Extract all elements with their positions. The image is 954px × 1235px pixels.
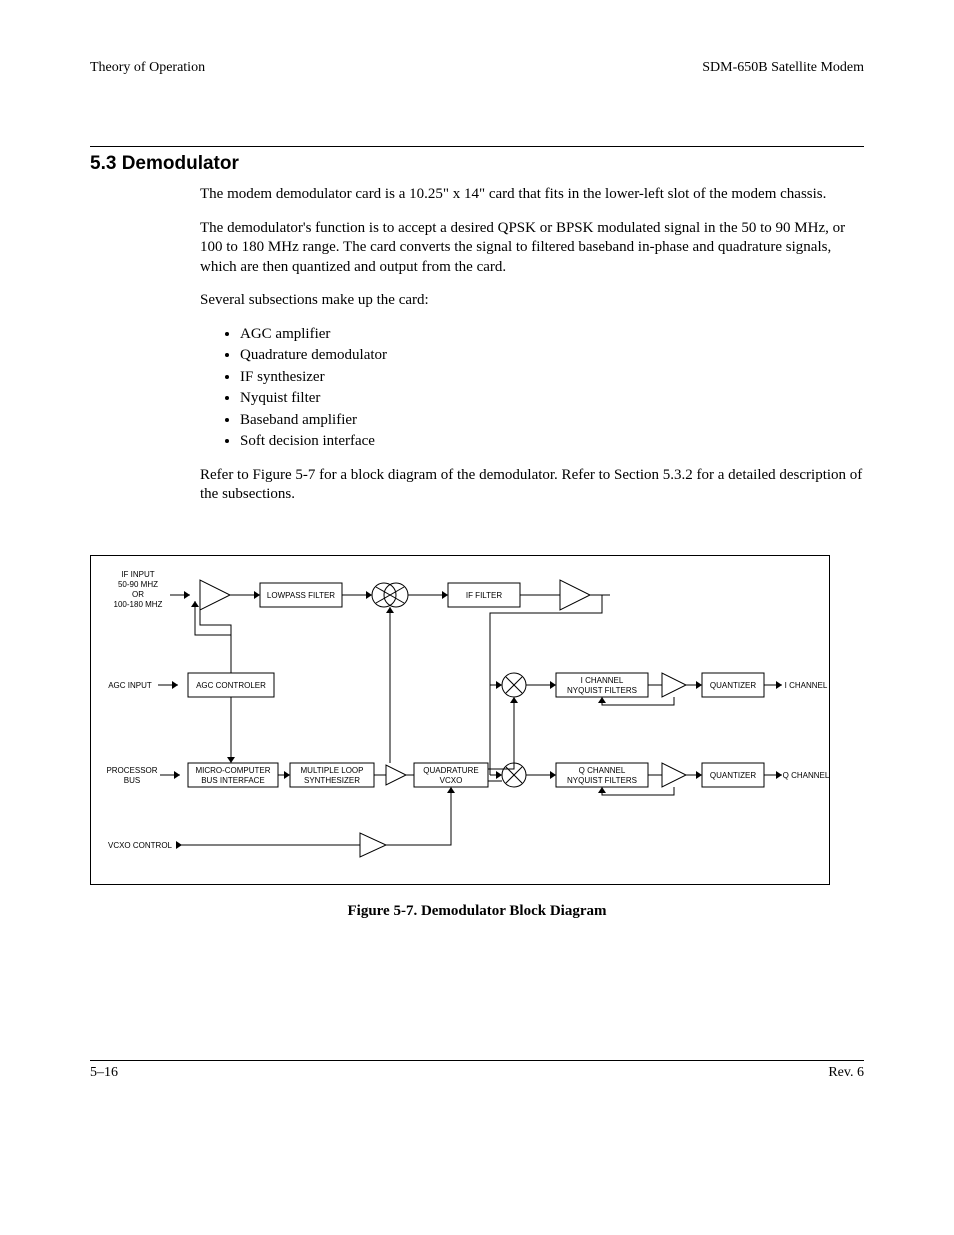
para-2: The demodulator's function is to accept … [200,219,864,278]
label-quantizer-q: QUANTIZER [710,771,756,780]
para-1: The modem demodulator card is a 10.25" x… [200,185,864,205]
label-i-nyq-1: I CHANNEL [581,676,624,685]
header-left: Theory of Operation [90,60,205,76]
label-proc-2: BUS [124,776,140,785]
bullet-item: Baseband amplifier [240,411,864,431]
label-q-out: Q CHANNEL [783,771,830,780]
label-if-input-2: 50-90 MHZ [118,580,158,589]
block-diagram-svg: IF INPUT 50-90 MHZ OR 100-180 MHZ LOWPAS… [90,555,830,885]
header-right: SDM-650B Satellite Modem [702,60,864,76]
label-if-input-4: 100-180 MHZ [114,600,163,609]
figure-5-7: IF INPUT 50-90 MHZ OR 100-180 MHZ LOWPAS… [90,555,864,920]
label-if-input-3: OR [132,590,144,599]
para-4: Refer to Figure 5-7 for a block diagram … [200,466,864,505]
label-vcxo-ctrl: VCXO CONTROL [108,841,173,850]
label-q-nyq-1: Q CHANNEL [579,766,626,775]
figure-caption: Figure 5-7. Demodulator Block Diagram [90,903,864,920]
label-quad-1: QUADRATURE [423,766,478,775]
label-proc-1: PROCESSOR [106,766,157,775]
label-q-nyq-2: NYQUIST FILTERS [567,776,637,785]
page-footer: 5–16 Rev. 6 [90,1060,864,1081]
label-mloop-2: SYNTHESIZER [304,776,360,785]
bullet-list: AGC amplifier Quadrature demodulator IF … [240,325,864,452]
section-body: The modem demodulator card is a 10.25" x… [200,185,864,505]
label-if-input-1: IF INPUT [121,570,154,579]
section-heading: 5.3 Demodulator [90,153,864,175]
bullet-item: Quadrature demodulator [240,346,864,366]
label-micro-2: BUS INTERFACE [201,776,265,785]
bullet-item: AGC amplifier [240,325,864,345]
footer-rule [90,1060,864,1061]
bullet-item: Nyquist filter [240,389,864,409]
section-rule [90,146,864,147]
label-quad-2: VCXO [440,776,463,785]
label-i-out: I CHANNEL [785,681,828,690]
label-if-filter: IF FILTER [466,591,503,600]
para-3: Several subsections make up the card: [200,291,864,311]
footer-left: 5–16 [90,1065,118,1081]
label-quantizer-i: QUANTIZER [710,681,756,690]
label-micro-1: MICRO-COMPUTER [195,766,270,775]
label-i-nyq-2: NYQUIST FILTERS [567,686,637,695]
label-lowpass: LOWPASS FILTER [267,591,335,600]
bullet-item: IF synthesizer [240,368,864,388]
bullet-item: Soft decision interface [240,432,864,452]
label-agc-controler: AGC CONTROLER [196,681,266,690]
label-mloop-1: MULTIPLE LOOP [301,766,364,775]
footer-right: Rev. 6 [828,1065,864,1081]
label-agc-input: AGC INPUT [108,681,152,690]
page-header: Theory of Operation SDM-650B Satellite M… [90,60,864,76]
